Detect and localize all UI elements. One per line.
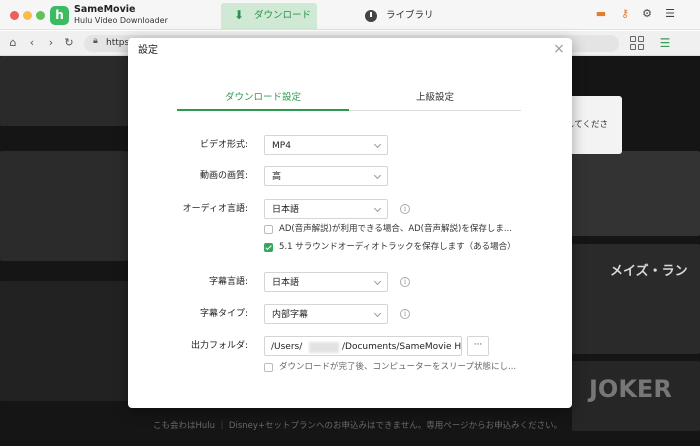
output-folder-path-start: /Users/ [271, 342, 303, 352]
poster-title: JOKER [589, 375, 672, 403]
download-list-icon[interactable]: ☰ [658, 36, 672, 50]
zoom-window-button[interactable] [36, 11, 45, 20]
chevron-down-icon [373, 309, 382, 318]
nav-tab-library[interactable]: ライブラリ [360, 3, 450, 29]
poster-thumbnail [572, 151, 700, 236]
subtitle-type-select[interactable]: 内部字幕 [264, 304, 388, 324]
nav-tab-download[interactable]: ⬇ ダウンロード [221, 3, 317, 29]
redacted-username [309, 342, 339, 353]
settings-dialog: 設定 × ダウンロード設定 上級設定 ビデオ形式: MP4 動画の画質: 高 オ… [128, 38, 572, 408]
video-format-select[interactable]: MP4 [264, 135, 388, 155]
ad-audio-checkbox-label: AD(音声解説)が利用できる場合、AD(音声解説)を保存しま... [279, 224, 512, 234]
output-folder-path-end: /Documents/SameMovie Hulu [342, 342, 462, 352]
chevron-down-icon [373, 140, 382, 149]
video-format-value: MP4 [272, 141, 291, 151]
chevron-down-icon [373, 277, 382, 286]
address-bar-text: https [106, 38, 130, 48]
grid-view-icon[interactable] [630, 36, 644, 50]
chevron-down-icon [373, 204, 382, 213]
sleep-after-download-label: ダウンロードが完了後、コンピューターをスリープ状態にし... [279, 362, 517, 372]
poster-title: メイズ・ラン [610, 264, 688, 279]
back-icon[interactable]: ‹ [25, 36, 39, 50]
nav-tab-download-label: ダウンロード [254, 10, 312, 21]
output-folder-field[interactable]: /Users/ /Documents/SameMovie Hulu [264, 336, 462, 356]
subtitle-type-value: 内部字幕 [272, 310, 309, 320]
tab-download-settings[interactable]: ダウンロード設定 [177, 91, 349, 111]
dialog-title: 設定 [138, 45, 158, 56]
close-window-button[interactable] [10, 11, 19, 20]
reload-icon[interactable]: ↻ [62, 36, 76, 50]
poster-thumbnail [0, 151, 128, 261]
subtitle-language-label: 字幕言語: [208, 277, 248, 287]
gear-icon[interactable]: ⚙ [640, 7, 654, 21]
forward-icon[interactable]: › [44, 36, 58, 50]
audio-language-label: オーディオ言語: [182, 204, 248, 214]
download-arrow-icon: ⬇ [234, 8, 245, 22]
nav-tab-library-label: ライブラリ [386, 10, 434, 21]
surround-audio-checkbox-label: 5.1 サラウンドオーディオトラックを保存します（ある場合） [279, 242, 516, 252]
tab-advanced-settings[interactable]: 上級設定 [349, 91, 521, 111]
browse-folder-button[interactable]: ··· [467, 336, 489, 356]
info-icon[interactable]: i [400, 277, 410, 287]
surround-audio-checkbox[interactable] [264, 243, 273, 252]
subtitle-language-value: 日本語 [272, 278, 300, 288]
subtitle-type-label: 字幕タイプ: [199, 309, 248, 319]
sleep-after-download-checkbox[interactable] [264, 363, 273, 372]
cart-icon[interactable]: ▬ [594, 7, 608, 21]
home-icon[interactable]: ⌂ [6, 36, 20, 50]
video-quality-select[interactable]: 高 [264, 166, 388, 186]
background-tooltip-text: してくださ [566, 120, 608, 130]
subtitle-language-select[interactable]: 日本語 [264, 272, 388, 292]
close-icon[interactable]: × [552, 42, 566, 56]
minimize-window-button[interactable] [23, 11, 32, 20]
output-folder-label: 出力フォルダ: [190, 341, 248, 351]
audio-language-value: 日本語 [272, 205, 300, 215]
bottom-notice: こも会わはHulu ｜ Disney+セットプランへのお申込みはできません。専用… [153, 421, 563, 431]
video-format-label: ビデオ形式: [199, 140, 248, 150]
video-quality-label: 動画の画質: [199, 171, 248, 181]
info-icon[interactable]: i [400, 309, 410, 319]
poster-thumbnail [572, 244, 700, 354]
app-logo-icon: h [50, 6, 69, 25]
video-quality-value: 高 [272, 172, 282, 182]
app-subtitle: Hulu Video Downloader [74, 16, 168, 25]
key-icon[interactable]: ⚷ [618, 7, 632, 21]
info-icon[interactable]: i [400, 204, 410, 214]
ad-audio-checkbox[interactable] [264, 225, 273, 234]
title-bar: h SameMovie Hulu Video Downloader ⬇ ダウンロ… [0, 0, 700, 30]
menu-icon[interactable]: ☰ [663, 7, 677, 21]
poster-thumbnail [0, 56, 128, 126]
lock-icon: 🔒︎ [93, 36, 98, 46]
audio-language-select[interactable]: 日本語 [264, 199, 388, 219]
clock-icon [365, 10, 377, 22]
chevron-down-icon [373, 171, 382, 180]
poster-thumbnail [0, 281, 128, 401]
